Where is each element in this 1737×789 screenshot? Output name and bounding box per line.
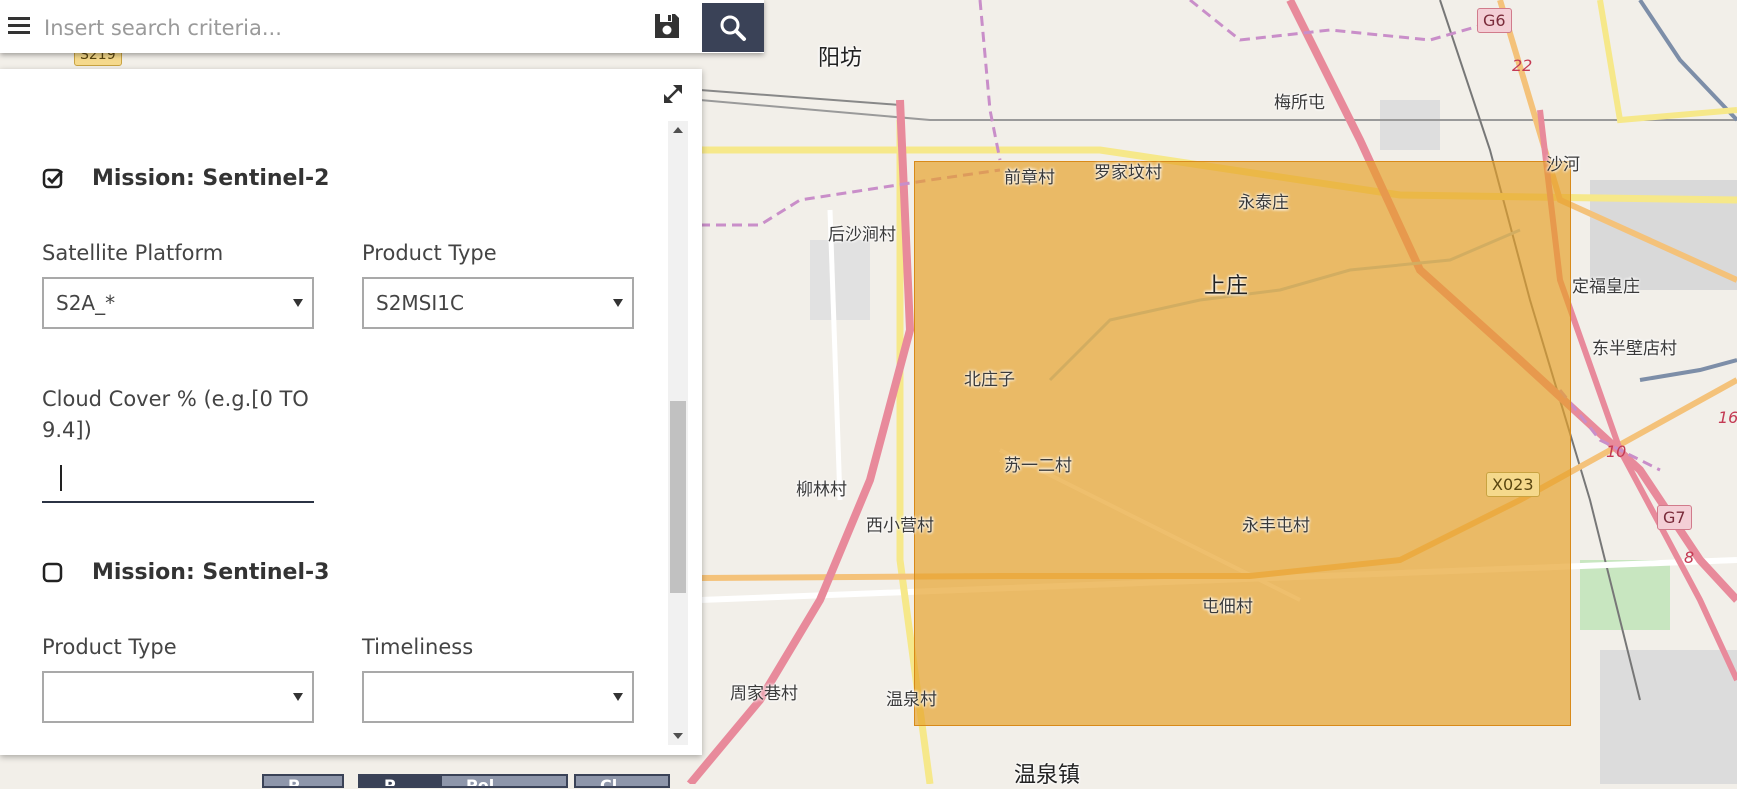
cloud-cover-input[interactable]	[42, 451, 314, 503]
map-label: 沙河	[1546, 155, 1580, 175]
map-label: 西小营村	[866, 516, 934, 536]
map-label: 屯佃村	[1202, 597, 1253, 617]
product-type-label: Product Type	[362, 241, 497, 265]
platform-label: Satellite Platform	[42, 241, 224, 265]
bottom-tab[interactable]: P	[358, 774, 442, 788]
map-label: 永泰庄	[1238, 193, 1289, 213]
map-label: 梅所屯	[1274, 93, 1325, 113]
road-number: 10	[1606, 442, 1627, 461]
map-label: 东半壁店村	[1592, 339, 1677, 359]
map-label: 周家巷村	[730, 684, 798, 704]
text-caret	[60, 465, 62, 491]
map-label: 前章村	[1004, 168, 1055, 188]
panel-content[interactable]: Mission: Sentinel-2 Satellite Platform S…	[0, 119, 668, 755]
sentinel-3-checkbox[interactable]	[42, 562, 64, 584]
search-input[interactable]	[42, 8, 646, 48]
expand-icon[interactable]	[660, 81, 688, 109]
road-shield: G6	[1477, 8, 1512, 33]
platform-value: S2A_*	[56, 291, 116, 315]
road-number: 16	[1718, 408, 1737, 427]
s3-product-type-select[interactable]	[42, 671, 314, 723]
sentinel-2-checkbox[interactable]	[42, 168, 64, 190]
road-number: 8	[1684, 548, 1695, 567]
sentinel-3-title: Mission: Sentinel-3	[92, 560, 330, 585]
map-label: 柳林村	[796, 480, 847, 500]
platform-select[interactable]: S2A_*	[42, 277, 314, 329]
timeliness-select[interactable]	[362, 671, 634, 723]
scroll-thumb[interactable]	[670, 401, 686, 593]
bottom-tab[interactable]: P	[262, 774, 344, 788]
dropdown-arrow-icon	[293, 299, 303, 307]
map-label: 永丰屯村	[1242, 516, 1310, 536]
checkbox-checked-icon	[42, 168, 64, 188]
road-shield: G7	[1657, 505, 1692, 530]
search-bar	[0, 0, 764, 53]
product-type-select[interactable]: S2MSI1C	[362, 277, 634, 329]
bottom-tab[interactable]: Pol	[440, 774, 568, 788]
map-label: 上庄	[1204, 274, 1249, 299]
panel-scrollbar[interactable]	[668, 121, 688, 745]
map-label: 后沙涧村	[828, 225, 896, 245]
timeliness-label: Timeliness	[362, 635, 474, 659]
scroll-up-icon[interactable]	[673, 127, 683, 133]
menu-icon[interactable]	[8, 14, 30, 38]
road-number: 22	[1512, 56, 1533, 75]
search-options-panel: Mission: Sentinel-2 Satellite Platform S…	[0, 69, 702, 755]
map-label: 温泉村	[886, 690, 937, 710]
cloud-cover-label: Cloud Cover % (e.g.[0 TO 9.4])	[42, 387, 309, 442]
area-of-interest-rectangle[interactable]	[914, 161, 1571, 726]
dropdown-arrow-icon	[613, 299, 623, 307]
product-type-value: S2MSI1C	[376, 291, 464, 315]
checkbox-unchecked-icon	[42, 562, 63, 582]
road-shield: X023	[1486, 472, 1540, 497]
scroll-down-icon[interactable]	[673, 733, 683, 739]
save-icon[interactable]	[652, 11, 686, 43]
search-button[interactable]	[702, 3, 764, 52]
map-label: 罗家坟村	[1094, 163, 1162, 183]
search-icon	[720, 15, 746, 41]
sentinel-2-title: Mission: Sentinel-2	[92, 166, 330, 191]
map-label: 北庄子	[964, 370, 1015, 390]
bottom-tab[interactable]: Cl	[574, 774, 670, 788]
map-label: 温泉镇	[1014, 763, 1081, 788]
s3-product-type-label: Product Type	[42, 635, 177, 659]
map-label: 苏一二村	[1004, 456, 1072, 476]
dropdown-arrow-icon	[613, 693, 623, 701]
map-label: 阳坊	[818, 46, 863, 71]
map-label: 定福皇庄	[1572, 277, 1640, 297]
dropdown-arrow-icon	[293, 693, 303, 701]
